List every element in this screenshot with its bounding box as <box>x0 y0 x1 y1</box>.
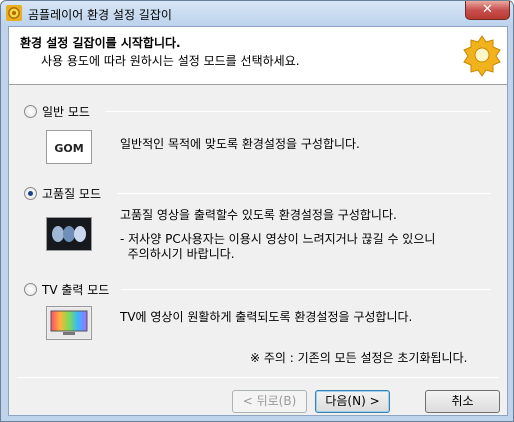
gear-icon <box>460 33 504 77</box>
radio-button-checked[interactable] <box>24 187 37 200</box>
radio-high-quality-mode[interactable]: 고품질 모드 <box>24 185 101 202</box>
description-line: 고품질 영상을 출력할수 있도록 환경설정을 구성합니다. <box>120 208 397 222</box>
divider <box>105 111 491 112</box>
general-mode-description: 일반적인 목적에 맞도록 환경설정을 구성합니다. <box>120 137 360 152</box>
next-button[interactable]: 다음(N) > <box>315 390 390 413</box>
setup-wizard-window: 곰플레이어 환경 설정 길잡이 ✕ 환경 설정 길잡이를 시작합니다. 사용 용… <box>0 0 514 422</box>
divider <box>121 289 491 290</box>
description-line: 일반적인 목적에 맞도록 환경설정을 구성합니다. <box>120 137 360 151</box>
title-bar[interactable]: 곰플레이어 환경 설정 길잡이 ✕ <box>1 1 513 26</box>
wizard-body: 환경 설정 길잡이를 시작합니다. 사용 용도에 따라 원하시는 설정 모드를 … <box>8 26 508 416</box>
gom-logo-text: GOM <box>54 142 83 155</box>
radio-label: 일반 모드 <box>42 105 90 119</box>
window-title: 곰플레이어 환경 설정 길잡이 <box>28 8 172 22</box>
radio-button[interactable] <box>24 105 37 118</box>
high-quality-icon <box>46 217 92 251</box>
warning-line: - 저사양 PC사용자는 이용시 영상이 느려지거나 끊길 수 있으니 <box>120 232 436 246</box>
high-quality-description: 고품질 영상을 출력할수 있도록 환경설정을 구성합니다. - 저사양 PC사용… <box>120 208 435 262</box>
tv-icon <box>46 306 92 340</box>
gom-logo-icon: GOM <box>46 130 92 164</box>
close-icon: ✕ <box>482 2 493 17</box>
cancel-button[interactable]: 취소 <box>425 390 500 413</box>
tv-mode-description: TV에 영상이 원활하게 출력되도록 환경설정을 구성합니다. <box>120 310 412 325</box>
warning-line: 주의하시기 바랍니다. <box>120 247 235 261</box>
radio-label: TV 출력 모드 <box>42 283 110 297</box>
gom-player-icon <box>6 5 22 21</box>
description-line: TV에 영상이 원활하게 출력되도록 환경설정을 구성합니다. <box>120 310 413 324</box>
bottom-divider <box>17 377 499 378</box>
radio-label: 고품질 모드 <box>42 187 102 201</box>
header-title: 환경 설정 길잡이를 시작합니다. <box>20 36 181 50</box>
header-subtitle: 사용 용도에 따라 원하시는 설정 모드를 선택하세요. <box>41 54 300 68</box>
wizard-header: 환경 설정 길잡이를 시작합니다. 사용 용도에 따라 원하시는 설정 모드를 … <box>9 27 507 85</box>
reset-notice: ※ 주의 : 기존의 모든 설정은 초기화됩니다. <box>250 351 468 365</box>
close-button[interactable]: ✕ <box>465 1 510 20</box>
divider <box>117 193 491 194</box>
back-button[interactable]: < 뒤로(B) <box>232 390 307 413</box>
radio-tv-output-mode[interactable]: TV 출력 모드 <box>24 281 109 298</box>
radio-button[interactable] <box>24 283 37 296</box>
radio-general-mode[interactable]: 일반 모드 <box>24 103 90 120</box>
